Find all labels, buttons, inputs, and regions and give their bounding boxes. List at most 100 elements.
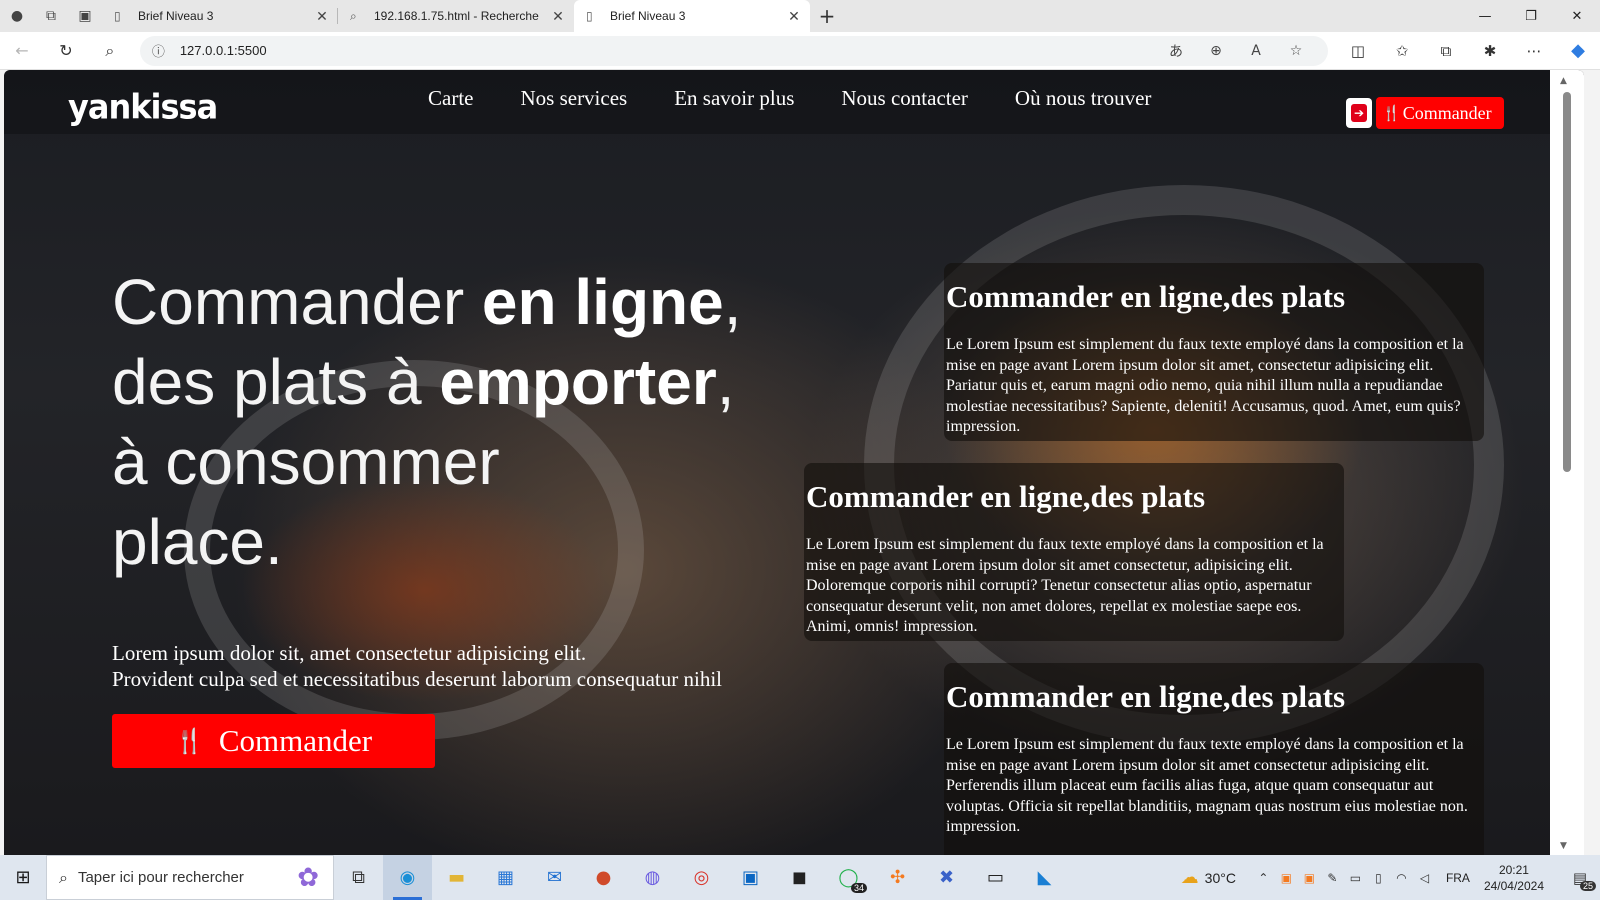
task-view-icon[interactable]: ⧉ bbox=[334, 855, 383, 900]
whatsapp-badge: 34 bbox=[850, 883, 867, 893]
hero-line2-end: , bbox=[716, 346, 735, 418]
split-screen-icon[interactable]: ◫ bbox=[1336, 42, 1380, 60]
intellij-icon[interactable]: ◼ bbox=[775, 855, 824, 900]
mail-icon[interactable]: ✉ bbox=[530, 855, 579, 900]
linkedin-icon[interactable]: ▣ bbox=[726, 855, 775, 900]
web-page: yankissa Carte Nos services En savoir pl… bbox=[4, 70, 1584, 855]
device-icon[interactable]: ▯ bbox=[1367, 871, 1390, 885]
close-icon[interactable]: ✕ bbox=[314, 8, 330, 25]
volume-icon[interactable]: ◁ bbox=[1413, 871, 1436, 885]
microsoft-store-icon[interactable]: ▦ bbox=[481, 855, 530, 900]
back-button[interactable]: ← bbox=[0, 41, 44, 60]
powerpoint-icon[interactable]: ● bbox=[579, 855, 628, 900]
login-button[interactable]: ➔ bbox=[1346, 98, 1372, 128]
clock[interactable]: 20:21 24/04/2024 bbox=[1484, 862, 1544, 894]
windows-start-icon[interactable]: ⊞ bbox=[0, 855, 46, 900]
tab-title: 192.168.1.75.html - Recherche bbox=[374, 9, 539, 23]
zoom-icon[interactable]: ⊕ bbox=[1196, 43, 1236, 59]
terminal-icon[interactable]: ▭ bbox=[971, 855, 1020, 900]
battery-icon[interactable]: ▭ bbox=[1344, 871, 1367, 885]
nav-nous-contacter[interactable]: Nous contacter bbox=[841, 86, 968, 111]
card-title: Commander en ligne,des plats bbox=[806, 479, 1206, 514]
scrollbar-thumb[interactable] bbox=[1563, 92, 1571, 472]
address-toolbar: ← ↻ ⌕ ⓘ 127.0.0.1:5500 あ ⊕ A ☆ ◫ ✩ ⧉ ✱ ⋯… bbox=[0, 32, 1600, 70]
discord-icon[interactable]: ◍ bbox=[628, 855, 677, 900]
taskbar-search[interactable]: ⌕ Taper ici pour rechercher ✿ bbox=[46, 855, 334, 900]
favorite-star-icon[interactable]: ☆ bbox=[1276, 43, 1316, 59]
close-icon[interactable]: ✕ bbox=[550, 8, 566, 25]
page-scrollbar[interactable]: ▲ ▼ bbox=[1550, 70, 1584, 855]
app-x-icon[interactable]: ✖ bbox=[922, 855, 971, 900]
workspaces-icon[interactable]: ⧉ bbox=[34, 0, 68, 32]
tab-title: Brief Niveau 3 bbox=[138, 9, 214, 23]
header-actions: ➔ 🍴 Commander bbox=[1346, 97, 1504, 129]
collections-icon[interactable]: ⧉ bbox=[1424, 42, 1468, 60]
hero-text-line: Provident culpa sed et necessitatibus de… bbox=[112, 667, 723, 691]
address-bar[interactable]: ⓘ 127.0.0.1:5500 あ ⊕ A ☆ bbox=[139, 35, 1329, 66]
card-text: Le Lorem Ipsum est simplement du faux te… bbox=[946, 736, 1468, 835]
copilot-icon[interactable]: ◆ bbox=[1556, 40, 1600, 61]
nav-ou-nous-trouver[interactable]: Où nous trouver bbox=[1015, 86, 1151, 111]
notification-count: 25 bbox=[1579, 880, 1596, 891]
url-text[interactable]: 127.0.0.1:5500 bbox=[180, 43, 1156, 58]
hero-line1-light: Commander bbox=[112, 266, 482, 338]
weather-widget[interactable]: ☁ 30°C bbox=[1181, 867, 1236, 888]
search-highlight-icon: ✿ bbox=[297, 862, 319, 893]
new-tab-button[interactable]: + bbox=[810, 0, 844, 32]
main-nav: Carte Nos services En savoir plus Nous c… bbox=[428, 86, 1198, 111]
scroll-up-icon[interactable]: ▲ bbox=[1560, 76, 1567, 86]
hero-line2-light: des plats à bbox=[112, 346, 440, 418]
card-text: Le Lorem Ipsum est simplement du faux te… bbox=[946, 336, 1464, 435]
sign-in-icon: ➔ bbox=[1351, 104, 1367, 122]
minimize-icon[interactable]: — bbox=[1462, 0, 1508, 32]
chevron-up-icon[interactable]: ⌃ bbox=[1252, 871, 1275, 885]
close-window-icon[interactable]: ✕ bbox=[1554, 0, 1600, 32]
nav-nos-services[interactable]: Nos services bbox=[520, 86, 627, 111]
nav-carte[interactable]: Carte bbox=[428, 86, 473, 111]
chrome-icon[interactable]: ◎ bbox=[677, 855, 726, 900]
nav-en-savoir-plus[interactable]: En savoir plus bbox=[674, 86, 794, 111]
notification-center-icon[interactable]: ▤ 25 bbox=[1560, 869, 1600, 891]
search-icon[interactable]: ⌕ bbox=[88, 41, 132, 61]
restore-icon[interactable]: ❐ bbox=[1508, 0, 1554, 32]
header-order-button[interactable]: 🍴 Commander bbox=[1376, 97, 1504, 129]
header-order-label: Commander bbox=[1402, 102, 1492, 123]
pen-icon[interactable]: ✎ bbox=[1321, 871, 1344, 885]
wifi-icon[interactable]: ◠ bbox=[1390, 871, 1413, 885]
favorites-icon[interactable]: ✩ bbox=[1380, 42, 1424, 60]
info-card: Commander en ligne,des plats Le Lorem Ip… bbox=[804, 463, 1344, 641]
hero-line1-bold: en ligne bbox=[481, 266, 724, 338]
browser-tab-strip: ● ⧉ ▣ ▯ Brief Niveau 3 ✕ ⌕ 192.168.1.75.… bbox=[0, 0, 1600, 32]
hero-order-button[interactable]: 🍴 Commander bbox=[112, 714, 435, 768]
read-aloud-icon[interactable]: A bbox=[1236, 43, 1276, 59]
site-logo[interactable]: yankissa bbox=[68, 87, 218, 127]
hero-line4: place. bbox=[112, 506, 283, 578]
whatsapp-icon[interactable]: ◯ 34 bbox=[824, 855, 873, 900]
cutlery-icon: 🍴 bbox=[1382, 105, 1401, 122]
hero-order-label: Commander bbox=[218, 723, 373, 758]
tab-brief-niveau-3-first[interactable]: ▯ Brief Niveau 3 ✕ bbox=[102, 0, 338, 32]
xampp-icon[interactable]: ✣ bbox=[873, 855, 922, 900]
translate-icon[interactable]: あ bbox=[1156, 41, 1196, 61]
extension-icon[interactable]: ✱ bbox=[1468, 42, 1512, 60]
refresh-button[interactable]: ↻ bbox=[44, 41, 88, 60]
search-icon: ⌕ bbox=[59, 867, 68, 887]
card-title: Commander en ligne,des plats bbox=[946, 279, 1346, 314]
more-menu-icon[interactable]: ⋯ bbox=[1512, 42, 1556, 60]
taskbar-search-placeholder: Taper ici pour rechercher bbox=[77, 869, 244, 886]
hero-line2-bold: emporter bbox=[439, 346, 717, 418]
tab-brief-niveau-3-active[interactable]: ▯ Brief Niveau 3 ✕ bbox=[574, 0, 810, 32]
info-icon[interactable]: ⓘ bbox=[152, 41, 174, 60]
vscode-icon[interactable]: ◣ bbox=[1020, 855, 1069, 900]
info-card: Commander en ligne,des plats Le Lorem Ip… bbox=[944, 263, 1484, 441]
xampp-tray-icon[interactable]: ▣ bbox=[1298, 871, 1321, 885]
profile-icon[interactable]: ● bbox=[0, 0, 34, 32]
xampp-tray-icon[interactable]: ▣ bbox=[1275, 871, 1298, 885]
scroll-down-icon[interactable]: ▼ bbox=[1560, 841, 1567, 851]
tab-search[interactable]: ⌕ 192.168.1.75.html - Recherche ✕ bbox=[338, 0, 574, 32]
file-explorer-icon[interactable]: ▬ bbox=[432, 855, 481, 900]
close-icon[interactable]: ✕ bbox=[786, 8, 802, 25]
language-indicator[interactable]: FRA bbox=[1446, 871, 1470, 885]
tab-actions-icon[interactable]: ▣ bbox=[68, 0, 102, 32]
edge-browser-icon[interactable]: ◉ bbox=[383, 855, 432, 900]
